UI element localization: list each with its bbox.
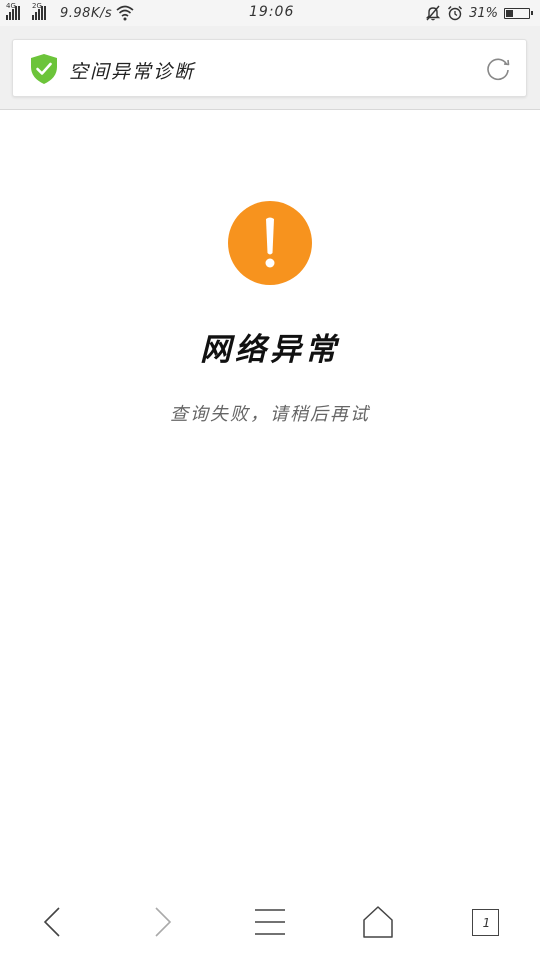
- signal-icon: 4G: [6, 2, 28, 20]
- error-message: 查询失败，请稍后再试: [170, 404, 370, 425]
- clock: 19:06: [249, 4, 295, 20]
- tab-count: 1: [482, 916, 491, 930]
- shield-check-icon: [31, 54, 57, 84]
- home-icon[interactable]: [356, 900, 400, 944]
- wifi-icon: [116, 5, 134, 21]
- back-arrow-icon[interactable]: [31, 900, 75, 944]
- header-card: 空间异常诊断: [12, 39, 527, 97]
- forward-arrow-icon[interactable]: [140, 900, 184, 944]
- bottom-nav: 1: [0, 880, 540, 960]
- exclamation-icon: [228, 201, 312, 285]
- status-bar-left: 4G 2G 9.98K/s: [6, 2, 134, 22]
- tabs-icon[interactable]: 1: [464, 900, 508, 944]
- error-title: 网络异常: [200, 332, 340, 368]
- status-bar-right: 31%: [425, 3, 533, 23]
- header: 空间异常诊断: [0, 26, 540, 110]
- battery-icon: [504, 7, 533, 19]
- alarm-icon: [448, 6, 463, 21]
- status-bar: 4G 2G 9.98K/s 19:06 31%: [0, 0, 540, 26]
- page-title: 空间异常诊断: [69, 61, 196, 83]
- network-type-label: 2G: [32, 2, 42, 10]
- refresh-icon[interactable]: [484, 55, 512, 83]
- menu-icon[interactable]: [248, 900, 292, 944]
- bell-muted-icon: [425, 5, 441, 21]
- battery-percent: 31%: [469, 5, 498, 21]
- network-speed: 9.98K/s: [60, 5, 113, 21]
- signal-icon: 2G: [32, 2, 54, 20]
- network-type-label: 4G: [6, 2, 16, 10]
